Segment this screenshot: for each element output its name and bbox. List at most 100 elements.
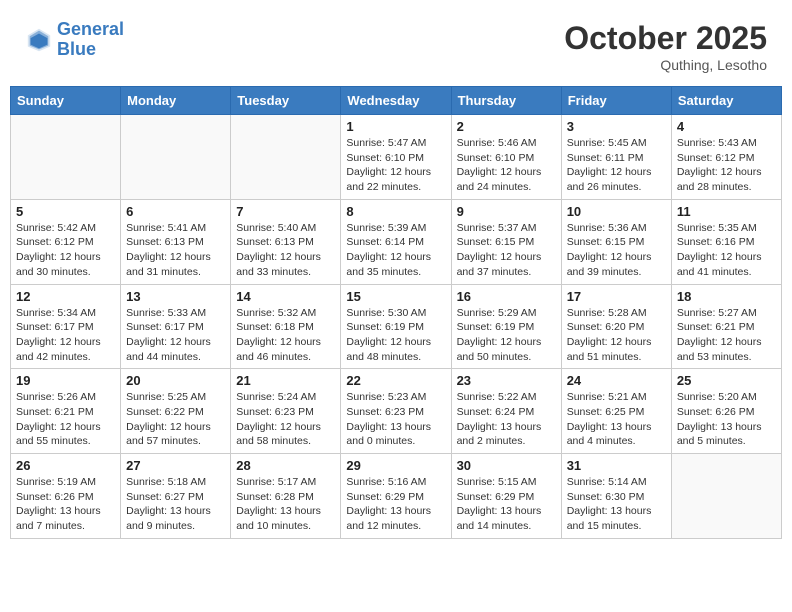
day-info: Sunrise: 5:47 AM Sunset: 6:10 PM Dayligh… [346, 136, 445, 195]
weekday-header-saturday: Saturday [671, 87, 781, 115]
logo-text: General Blue [57, 20, 124, 60]
day-info: Sunrise: 5:37 AM Sunset: 6:15 PM Dayligh… [457, 221, 556, 280]
day-info: Sunrise: 5:42 AM Sunset: 6:12 PM Dayligh… [16, 221, 115, 280]
day-info: Sunrise: 5:17 AM Sunset: 6:28 PM Dayligh… [236, 475, 335, 534]
day-info: Sunrise: 5:22 AM Sunset: 6:24 PM Dayligh… [457, 390, 556, 449]
day-number: 31 [567, 458, 666, 473]
day-info: Sunrise: 5:29 AM Sunset: 6:19 PM Dayligh… [457, 306, 556, 365]
day-number: 7 [236, 204, 335, 219]
calendar-cell: 7 Sunrise: 5:40 AM Sunset: 6:13 PM Daylig… [231, 199, 341, 284]
weekday-header-sunday: Sunday [11, 87, 121, 115]
calendar-cell: 28 Sunrise: 5:17 AM Sunset: 6:28 PM Dayli… [231, 454, 341, 539]
calendar-cell [671, 454, 781, 539]
day-number: 13 [126, 289, 225, 304]
weekday-header-wednesday: Wednesday [341, 87, 451, 115]
day-number: 12 [16, 289, 115, 304]
calendar-cell [11, 115, 121, 200]
day-info: Sunrise: 5:26 AM Sunset: 6:21 PM Dayligh… [16, 390, 115, 449]
day-info: Sunrise: 5:35 AM Sunset: 6:16 PM Dayligh… [677, 221, 776, 280]
day-number: 3 [567, 119, 666, 134]
day-info: Sunrise: 5:23 AM Sunset: 6:23 PM Dayligh… [346, 390, 445, 449]
calendar-cell: 13 Sunrise: 5:33 AM Sunset: 6:17 PM Dayli… [121, 284, 231, 369]
day-number: 11 [677, 204, 776, 219]
day-info: Sunrise: 5:20 AM Sunset: 6:26 PM Dayligh… [677, 390, 776, 449]
day-info: Sunrise: 5:27 AM Sunset: 6:21 PM Dayligh… [677, 306, 776, 365]
week-row-5: 26 Sunrise: 5:19 AM Sunset: 6:26 PM Dayli… [11, 454, 782, 539]
day-info: Sunrise: 5:24 AM Sunset: 6:23 PM Dayligh… [236, 390, 335, 449]
calendar-cell: 25 Sunrise: 5:20 AM Sunset: 6:26 PM Dayli… [671, 369, 781, 454]
day-info: Sunrise: 5:28 AM Sunset: 6:20 PM Dayligh… [567, 306, 666, 365]
day-number: 16 [457, 289, 556, 304]
calendar-cell: 23 Sunrise: 5:22 AM Sunset: 6:24 PM Dayli… [451, 369, 561, 454]
week-row-3: 12Sunrise: 5:34 AM Sunset: 6:17 PM Dayli… [11, 284, 782, 369]
calendar-cell: 14 Sunrise: 5:32 AM Sunset: 6:18 PM Dayli… [231, 284, 341, 369]
day-info: Sunrise: 5:32 AM Sunset: 6:18 PM Dayligh… [236, 306, 335, 365]
day-number: 4 [677, 119, 776, 134]
calendar-cell: 12Sunrise: 5:34 AM Sunset: 6:17 PM Dayli… [11, 284, 121, 369]
day-info: Sunrise: 5:19 AM Sunset: 6:26 PM Dayligh… [16, 475, 115, 534]
day-info: Sunrise: 5:14 AM Sunset: 6:30 PM Dayligh… [567, 475, 666, 534]
week-row-2: 5 Sunrise: 5:42 AM Sunset: 6:12 PM Daylig… [11, 199, 782, 284]
week-row-1: 1 Sunrise: 5:47 AM Sunset: 6:10 PM Daylig… [11, 115, 782, 200]
day-number: 18 [677, 289, 776, 304]
day-number: 5 [16, 204, 115, 219]
calendar-cell [121, 115, 231, 200]
calendar-cell: 19 Sunrise: 5:26 AM Sunset: 6:21 PM Dayli… [11, 369, 121, 454]
day-info: Sunrise: 5:30 AM Sunset: 6:19 PM Dayligh… [346, 306, 445, 365]
calendar-cell: 18 Sunrise: 5:27 AM Sunset: 6:21 PM Dayli… [671, 284, 781, 369]
day-number: 29 [346, 458, 445, 473]
day-number: 15 [346, 289, 445, 304]
calendar-cell: 5 Sunrise: 5:42 AM Sunset: 6:12 PM Daylig… [11, 199, 121, 284]
calendar-cell: 24Sunrise: 5:21 AM Sunset: 6:25 PM Dayli… [561, 369, 671, 454]
calendar-cell: 27 Sunrise: 5:18 AM Sunset: 6:27 PM Dayli… [121, 454, 231, 539]
calendar-cell: 11 Sunrise: 5:35 AM Sunset: 6:16 PM Dayli… [671, 199, 781, 284]
day-info: Sunrise: 5:33 AM Sunset: 6:17 PM Dayligh… [126, 306, 225, 365]
calendar-cell: 31 Sunrise: 5:14 AM Sunset: 6:30 PM Dayli… [561, 454, 671, 539]
weekday-header-monday: Monday [121, 87, 231, 115]
day-number: 25 [677, 373, 776, 388]
day-number: 28 [236, 458, 335, 473]
calendar-cell: 16 Sunrise: 5:29 AM Sunset: 6:19 PM Dayli… [451, 284, 561, 369]
day-number: 26 [16, 458, 115, 473]
calendar-cell: 22 Sunrise: 5:23 AM Sunset: 6:23 PM Dayli… [341, 369, 451, 454]
day-info: Sunrise: 5:15 AM Sunset: 6:29 PM Dayligh… [457, 475, 556, 534]
month-title: October 2025 [564, 20, 767, 57]
day-info: Sunrise: 5:46 AM Sunset: 6:10 PM Dayligh… [457, 136, 556, 195]
day-info: Sunrise: 5:40 AM Sunset: 6:13 PM Dayligh… [236, 221, 335, 280]
day-number: 17 [567, 289, 666, 304]
day-number: 20 [126, 373, 225, 388]
calendar-cell: 26 Sunrise: 5:19 AM Sunset: 6:26 PM Dayli… [11, 454, 121, 539]
day-number: 24 [567, 373, 666, 388]
week-row-4: 19 Sunrise: 5:26 AM Sunset: 6:21 PM Dayli… [11, 369, 782, 454]
day-number: 14 [236, 289, 335, 304]
calendar-cell: 2 Sunrise: 5:46 AM Sunset: 6:10 PM Daylig… [451, 115, 561, 200]
day-info: Sunrise: 5:45 AM Sunset: 6:11 PM Dayligh… [567, 136, 666, 195]
calendar-cell: 10Sunrise: 5:36 AM Sunset: 6:15 PM Dayli… [561, 199, 671, 284]
calendar-cell: 30 Sunrise: 5:15 AM Sunset: 6:29 PM Dayli… [451, 454, 561, 539]
day-number: 9 [457, 204, 556, 219]
day-number: 2 [457, 119, 556, 134]
weekday-header-row: SundayMondayTuesdayWednesdayThursdayFrid… [11, 87, 782, 115]
day-number: 1 [346, 119, 445, 134]
calendar-cell: 21Sunrise: 5:24 AM Sunset: 6:23 PM Dayli… [231, 369, 341, 454]
calendar-cell: 29Sunrise: 5:16 AM Sunset: 6:29 PM Dayli… [341, 454, 451, 539]
weekday-header-tuesday: Tuesday [231, 87, 341, 115]
weekday-header-thursday: Thursday [451, 87, 561, 115]
title-block: October 2025 Quthing, Lesotho [564, 20, 767, 73]
day-number: 23 [457, 373, 556, 388]
day-number: 19 [16, 373, 115, 388]
page-header: General Blue October 2025 Quthing, Lesot… [10, 10, 782, 78]
calendar-table: SundayMondayTuesdayWednesdayThursdayFrid… [10, 86, 782, 539]
day-number: 30 [457, 458, 556, 473]
day-number: 22 [346, 373, 445, 388]
day-number: 27 [126, 458, 225, 473]
calendar-cell: 17 Sunrise: 5:28 AM Sunset: 6:20 PM Dayli… [561, 284, 671, 369]
day-info: Sunrise: 5:43 AM Sunset: 6:12 PM Dayligh… [677, 136, 776, 195]
weekday-header-friday: Friday [561, 87, 671, 115]
day-info: Sunrise: 5:25 AM Sunset: 6:22 PM Dayligh… [126, 390, 225, 449]
calendar-cell: 3 Sunrise: 5:45 AM Sunset: 6:11 PM Daylig… [561, 115, 671, 200]
calendar-cell: 8Sunrise: 5:39 AM Sunset: 6:14 PM Daylig… [341, 199, 451, 284]
calendar-cell: 6Sunrise: 5:41 AM Sunset: 6:13 PM Daylig… [121, 199, 231, 284]
day-info: Sunrise: 5:18 AM Sunset: 6:27 PM Dayligh… [126, 475, 225, 534]
day-number: 6 [126, 204, 225, 219]
